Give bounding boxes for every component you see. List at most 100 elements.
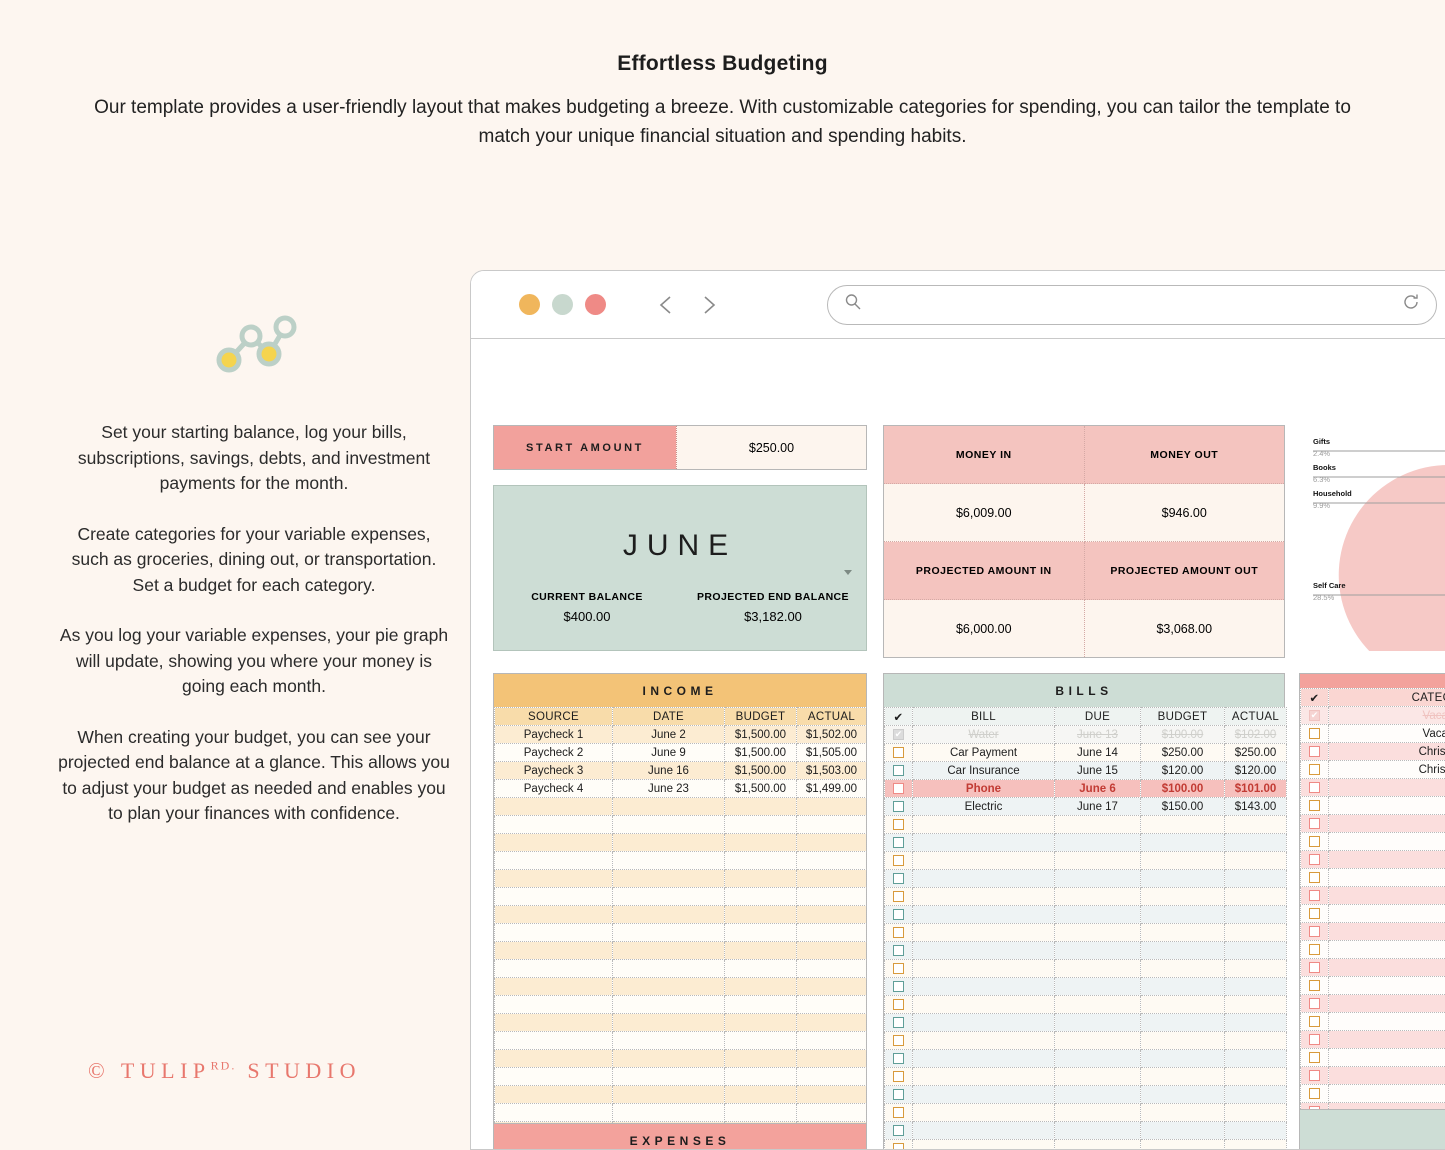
- income-cell-date[interactable]: [613, 888, 725, 906]
- bills-cell-budget[interactable]: [1141, 1140, 1225, 1150]
- income-cell-budget[interactable]: [725, 960, 797, 978]
- income-cell-date[interactable]: [613, 924, 725, 942]
- income-cell-date[interactable]: [613, 816, 725, 834]
- bills-cell-due[interactable]: June 17: [1055, 798, 1141, 816]
- row-checkbox[interactable]: [1309, 962, 1320, 973]
- bills-cell-bill[interactable]: [913, 1122, 1055, 1140]
- bills-cell-check[interactable]: [885, 834, 913, 852]
- bills-cell-due[interactable]: [1055, 1068, 1141, 1086]
- income-cell-source[interactable]: Paycheck 4: [495, 780, 613, 798]
- table-row-empty[interactable]: [495, 798, 867, 816]
- bills-cell-bill[interactable]: [913, 1050, 1055, 1068]
- table-row-empty[interactable]: [885, 996, 1287, 1014]
- category-cell-check[interactable]: [1301, 995, 1329, 1013]
- bills-cell-due[interactable]: [1055, 906, 1141, 924]
- bills-cell-budget[interactable]: [1141, 906, 1225, 924]
- income-cell-actual[interactable]: [797, 1050, 867, 1068]
- income-cell-budget[interactable]: [725, 1086, 797, 1104]
- row-checkbox[interactable]: [893, 855, 904, 866]
- income-cell-date[interactable]: [613, 870, 725, 888]
- category-cell-name[interactable]: [1329, 1013, 1445, 1031]
- bills-cell-due[interactable]: [1055, 960, 1141, 978]
- income-cell-actual[interactable]: [797, 924, 867, 942]
- table-row-empty[interactable]: [885, 852, 1287, 870]
- income-cell-source[interactable]: [495, 960, 613, 978]
- bills-cell-actual[interactable]: [1225, 906, 1287, 924]
- bills-cell-due[interactable]: June 13: [1055, 726, 1141, 744]
- income-cell-date[interactable]: [613, 1086, 725, 1104]
- table-row[interactable]: Christmas: [1301, 761, 1445, 779]
- row-checkbox[interactable]: [893, 891, 904, 902]
- table-row-empty[interactable]: [885, 906, 1287, 924]
- row-checkbox[interactable]: [1309, 1088, 1320, 1099]
- bills-cell-check[interactable]: [885, 960, 913, 978]
- row-checkbox[interactable]: [893, 963, 904, 974]
- table-row-empty[interactable]: [885, 978, 1287, 996]
- income-cell-date[interactable]: [613, 1104, 725, 1122]
- bills-cell-budget[interactable]: [1141, 1014, 1225, 1032]
- bills-cell-budget[interactable]: [1141, 1068, 1225, 1086]
- row-checkbox[interactable]: [893, 873, 904, 884]
- bills-cell-check[interactable]: [885, 1086, 913, 1104]
- table-row-empty[interactable]: [495, 888, 867, 906]
- bills-cell-bill[interactable]: Electric: [913, 798, 1055, 816]
- income-cell-source[interactable]: [495, 1068, 613, 1086]
- row-checkbox[interactable]: [1309, 836, 1320, 847]
- category-cell-check[interactable]: [1301, 1067, 1329, 1085]
- category-cell-name[interactable]: [1329, 797, 1445, 815]
- income-cell-source[interactable]: Paycheck 1: [495, 726, 613, 744]
- bills-cell-budget[interactable]: [1141, 960, 1225, 978]
- category-cell-name[interactable]: Vacation: [1329, 707, 1445, 725]
- row-checkbox[interactable]: ✔: [1309, 710, 1320, 721]
- income-cell-source[interactable]: [495, 1032, 613, 1050]
- income-cell-budget[interactable]: [725, 924, 797, 942]
- table-row-empty[interactable]: [885, 1068, 1287, 1086]
- table-row-empty[interactable]: [495, 1032, 867, 1050]
- bills-cell-bill[interactable]: [913, 1140, 1055, 1150]
- income-cell-budget[interactable]: [725, 978, 797, 996]
- category-cell-name[interactable]: [1329, 941, 1445, 959]
- table-row-empty[interactable]: [1301, 1031, 1445, 1049]
- bills-cell-due[interactable]: [1055, 1122, 1141, 1140]
- income-cell-date[interactable]: [613, 942, 725, 960]
- category-cell-name[interactable]: [1329, 815, 1445, 833]
- bills-cell-check[interactable]: [885, 1104, 913, 1122]
- category-cell-check[interactable]: [1301, 923, 1329, 941]
- income-cell-actual[interactable]: [797, 1104, 867, 1122]
- bills-cell-check[interactable]: [885, 798, 913, 816]
- row-checkbox[interactable]: [893, 783, 904, 794]
- bills-cell-actual[interactable]: [1225, 1068, 1287, 1086]
- bills-cell-actual[interactable]: $101.00: [1225, 780, 1287, 798]
- income-cell-date[interactable]: [613, 852, 725, 870]
- income-cell-source[interactable]: [495, 816, 613, 834]
- income-cell-source[interactable]: [495, 996, 613, 1014]
- bills-cell-actual[interactable]: [1225, 816, 1287, 834]
- bills-cell-actual[interactable]: [1225, 870, 1287, 888]
- income-cell-source[interactable]: [495, 852, 613, 870]
- income-cell-actual[interactable]: [797, 1086, 867, 1104]
- income-cell-budget[interactable]: $1,500.00: [725, 744, 797, 762]
- income-cell-date[interactable]: [613, 996, 725, 1014]
- bills-cell-due[interactable]: [1055, 1140, 1141, 1150]
- income-cell-budget[interactable]: [725, 1104, 797, 1122]
- category-cell-name[interactable]: [1329, 851, 1445, 869]
- category-cell-name[interactable]: [1329, 995, 1445, 1013]
- table-row-empty[interactable]: [1301, 1085, 1445, 1103]
- income-cell-actual[interactable]: [797, 798, 867, 816]
- income-cell-budget[interactable]: $1,500.00: [725, 762, 797, 780]
- income-cell-date[interactable]: June 23: [613, 780, 725, 798]
- income-cell-actual[interactable]: [797, 1032, 867, 1050]
- table-row[interactable]: Car InsuranceJune 15$120.00$120.00: [885, 762, 1287, 780]
- table-row-empty[interactable]: [495, 1068, 867, 1086]
- row-checkbox[interactable]: [1309, 1052, 1320, 1063]
- row-checkbox[interactable]: [893, 927, 904, 938]
- table-row[interactable]: Paycheck 1June 2$1,500.00$1,502.00: [495, 726, 867, 744]
- row-checkbox[interactable]: [893, 1107, 904, 1118]
- reload-icon[interactable]: [1402, 293, 1420, 316]
- bills-cell-check[interactable]: [885, 852, 913, 870]
- table-row-empty[interactable]: [495, 834, 867, 852]
- table-row-empty[interactable]: [885, 888, 1287, 906]
- table-row-empty[interactable]: [1301, 887, 1445, 905]
- income-cell-budget[interactable]: [725, 852, 797, 870]
- table-row[interactable]: Car PaymentJune 14$250.00$250.00: [885, 744, 1287, 762]
